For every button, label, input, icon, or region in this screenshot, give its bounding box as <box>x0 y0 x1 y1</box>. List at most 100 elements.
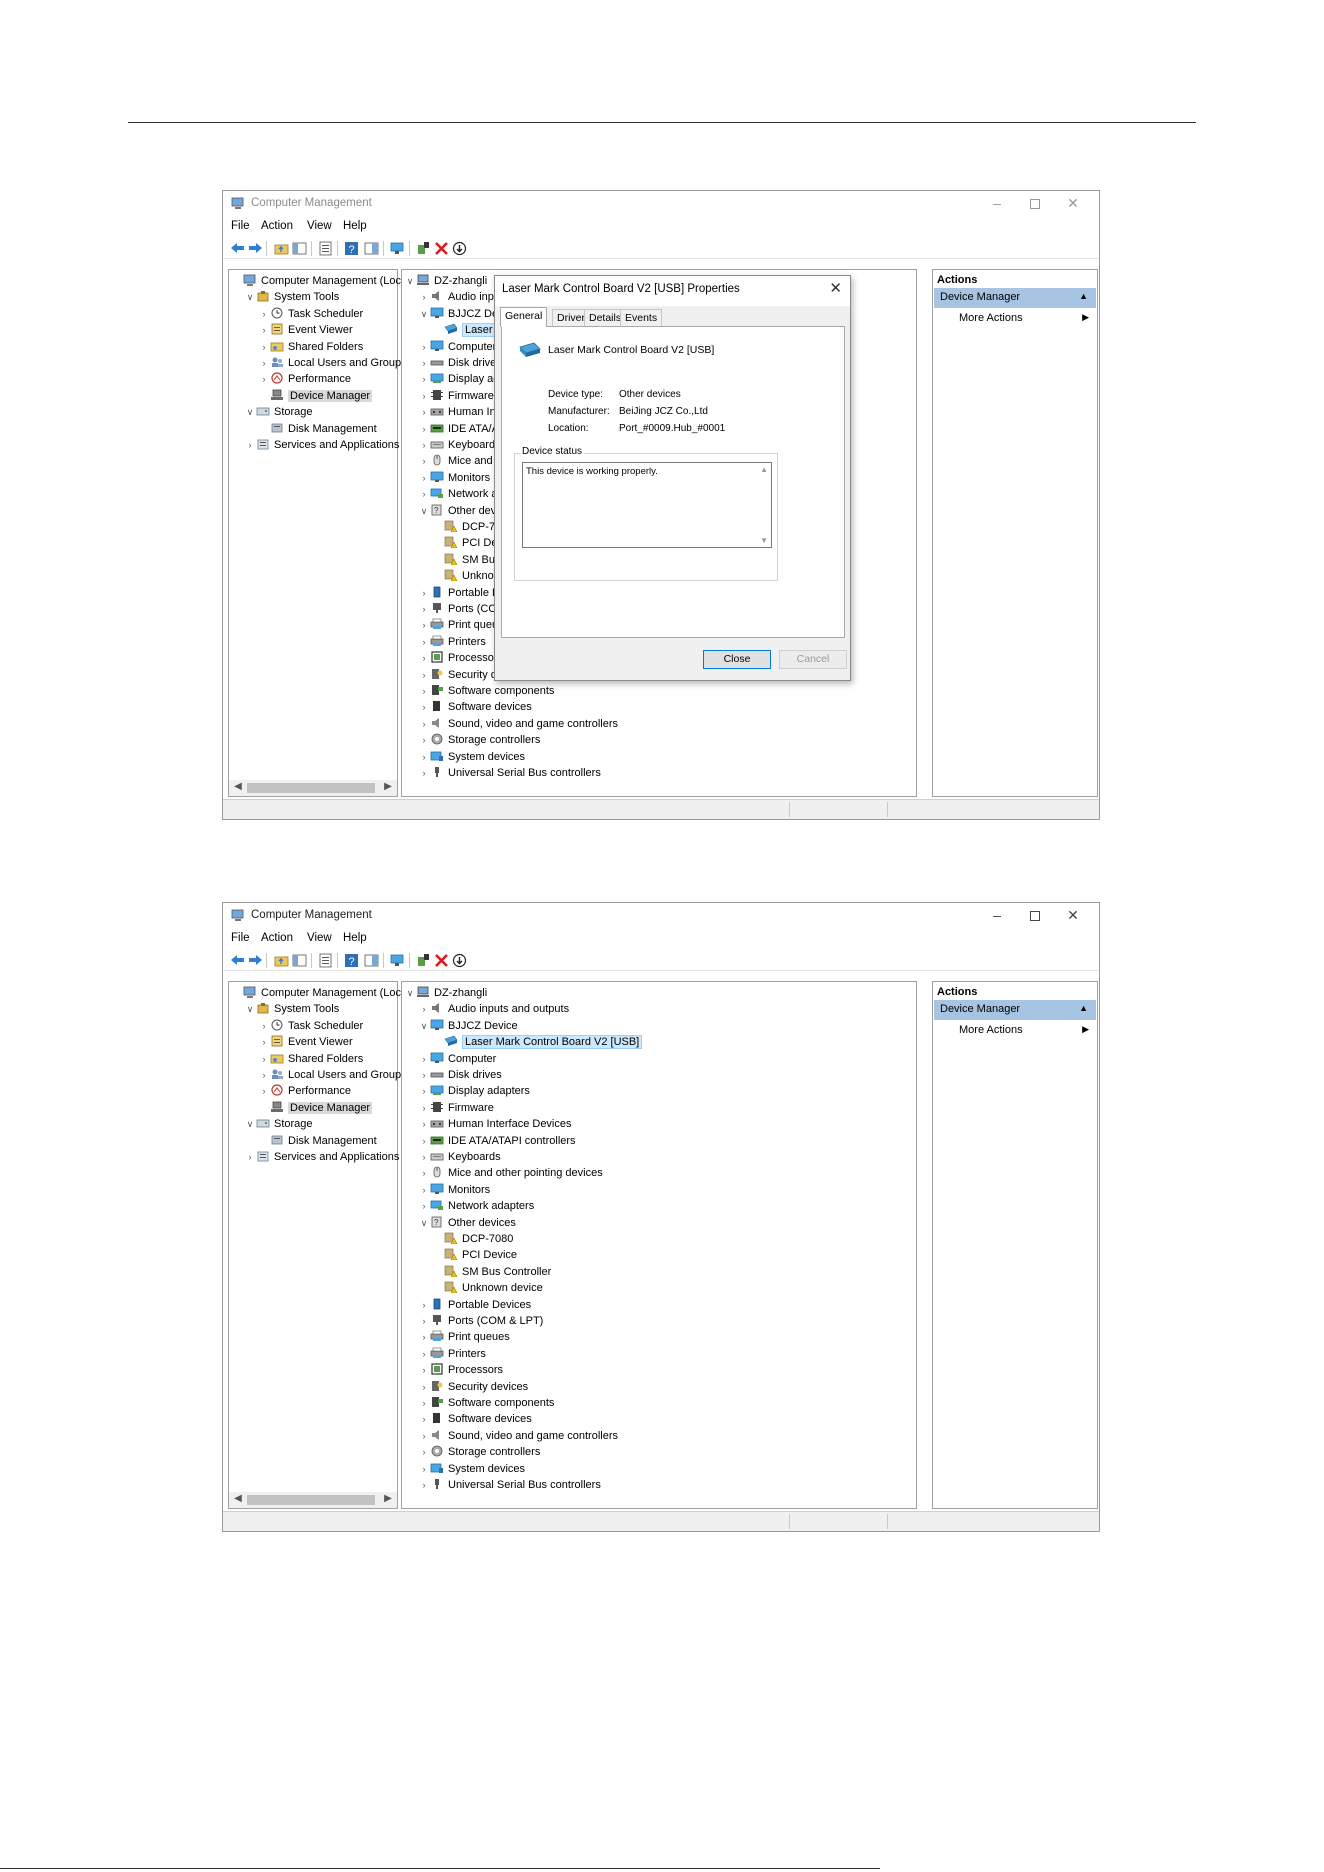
console-tree-item[interactable]: › Shared Folders <box>258 1051 364 1067</box>
chevron-right-icon[interactable]: › <box>258 1034 270 1050</box>
device-tree-item[interactable]: › Keyboards <box>418 1149 501 1165</box>
chevron-right-icon[interactable]: › <box>418 1067 430 1083</box>
scroll-right-icon[interactable]: ▶ <box>381 781 395 792</box>
device-tree-item[interactable]: › Processors <box>418 1362 503 1378</box>
chevron-right-icon[interactable]: › <box>418 634 430 650</box>
chevron-right-icon[interactable]: › <box>418 765 430 781</box>
menu-help[interactable]: Help <box>343 220 367 232</box>
actions-section-device-manager[interactable]: Device Manager ▲ <box>934 1000 1096 1020</box>
chevron-right-icon[interactable]: › <box>418 1461 430 1477</box>
device-tree-item[interactable]: ∨ BJJCZ Device <box>418 1018 518 1034</box>
chevron-right-icon[interactable]: › <box>418 1198 430 1214</box>
chevron-right-icon[interactable]: › <box>258 1018 270 1034</box>
console-tree-item[interactable]: ∨ Storage <box>244 404 313 420</box>
minimize-button[interactable]: – <box>977 906 1017 924</box>
chevron-right-icon[interactable]: › <box>258 322 270 338</box>
device-tree-item[interactable]: ∨? Other devices <box>418 1215 516 1231</box>
chevron-right-icon[interactable]: › <box>418 421 430 437</box>
help-button[interactable]: ? <box>343 952 359 968</box>
maximize-button[interactable] <box>1015 906 1055 924</box>
chevron-right-icon[interactable]: › <box>418 667 430 683</box>
maximize-button[interactable] <box>1015 194 1055 212</box>
device-tree-item[interactable]: › Storage controllers <box>418 1444 540 1460</box>
menu-file[interactable]: File <box>231 932 250 944</box>
view-pane-button[interactable] <box>363 952 379 968</box>
update-driver-button[interactable] <box>415 952 431 968</box>
download-button[interactable] <box>451 240 467 256</box>
back-button[interactable] <box>229 952 245 968</box>
chevron-right-icon[interactable]: › <box>258 371 270 387</box>
device-tree-item[interactable]: › Printers <box>418 634 486 650</box>
chevron-right-icon[interactable]: › <box>418 388 430 404</box>
chevron-right-icon[interactable]: › <box>418 683 430 699</box>
console-tree-item[interactable]: Disk Management <box>258 421 377 437</box>
device-tree-item[interactable]: › Keyboards <box>418 437 501 453</box>
chevron-right-icon[interactable]: › <box>418 617 430 633</box>
device-tree-item[interactable]: › System devices <box>418 1461 526 1477</box>
scan-hardware-button[interactable] <box>389 952 405 968</box>
chevron-right-icon[interactable]: › <box>418 1297 430 1313</box>
scroll-left-icon[interactable]: ◀ <box>231 781 245 792</box>
device-status-textbox[interactable]: This device is working properly. ▲ ▼ <box>522 462 772 548</box>
console-tree-item[interactable]: Computer Management (Local <box>231 273 410 289</box>
menu-help[interactable]: Help <box>343 932 367 944</box>
device-tree-item[interactable]: ∨ DZ-zhangli <box>404 985 487 1001</box>
chevron-down-icon[interactable]: ∨ <box>418 503 430 519</box>
chevron-right-icon[interactable]: › <box>418 1444 430 1460</box>
device-tree-item[interactable]: › Monitors <box>418 470 490 486</box>
console-tree-item[interactable]: › Task Scheduler <box>258 306 363 322</box>
up-folder-button[interactable] <box>273 240 289 256</box>
console-tree-item[interactable]: › Task Scheduler <box>258 1018 363 1034</box>
device-tree-item[interactable]: › Mice and other pointing devices <box>418 1165 603 1181</box>
chevron-right-icon[interactable]: › <box>418 1100 430 1116</box>
chevron-right-icon[interactable]: › <box>418 650 430 666</box>
device-tree-item[interactable]: › Display adapters <box>418 1083 530 1099</box>
device-tree-item[interactable]: › IDE ATA/ATAPI controllers <box>418 1133 576 1149</box>
chevron-right-icon[interactable]: › <box>418 1116 430 1132</box>
chevron-right-icon[interactable]: › <box>418 289 430 305</box>
scroll-up-icon[interactable]: ▲ <box>760 465 768 474</box>
device-tree-item[interactable]: › Printers <box>418 1346 486 1362</box>
close-button[interactable]: Close <box>703 650 771 669</box>
console-tree-item[interactable]: › Local Users and Groups <box>258 355 407 371</box>
scroll-left-icon[interactable]: ◀ <box>231 1493 245 1504</box>
device-tree-item[interactable]: PCI Device <box>432 1247 517 1263</box>
download-button[interactable] <box>451 952 467 968</box>
console-tree-item[interactable]: › Services and Applications <box>244 1149 400 1165</box>
device-tree-item[interactable]: › Computer <box>418 1051 496 1067</box>
chevron-right-icon[interactable]: › <box>418 1346 430 1362</box>
chevron-right-icon[interactable]: › <box>418 1133 430 1149</box>
device-tree-item[interactable]: › System devices <box>418 749 526 765</box>
close-window-button[interactable]: ✕ <box>1053 194 1093 212</box>
console-tree-item[interactable]: ∨ Storage <box>244 1116 313 1132</box>
device-tree-item[interactable]: › Firmware <box>418 1100 494 1116</box>
console-tree-item[interactable]: Device Manager <box>258 1100 373 1116</box>
chevron-right-icon[interactable]: › <box>418 1428 430 1444</box>
device-tree-item[interactable]: › Firmware <box>418 388 494 404</box>
chevron-right-icon[interactable]: › <box>418 453 430 469</box>
console-tree-item[interactable]: › Services and Applications <box>244 437 400 453</box>
chevron-right-icon[interactable]: › <box>418 371 430 387</box>
chevron-right-icon[interactable]: › <box>418 1395 430 1411</box>
chevron-right-icon[interactable]: › <box>418 355 430 371</box>
device-tree-item[interactable]: › Software components <box>418 1395 554 1411</box>
chevron-down-icon[interactable]: ∨ <box>404 985 416 1001</box>
scroll-thumb[interactable] <box>247 783 375 793</box>
chevron-right-icon[interactable]: › <box>418 486 430 502</box>
collapse-up-icon[interactable]: ▲ <box>1079 1003 1088 1013</box>
chevron-right-icon[interactable]: › <box>418 1182 430 1198</box>
chevron-down-icon[interactable]: ∨ <box>244 1001 256 1017</box>
chevron-down-icon[interactable]: ∨ <box>418 1215 430 1231</box>
chevron-right-icon[interactable]: › <box>258 355 270 371</box>
chevron-right-icon[interactable]: › <box>418 1362 430 1378</box>
chevron-right-icon[interactable]: › <box>418 585 430 601</box>
back-button[interactable] <box>229 240 245 256</box>
properties-button[interactable] <box>317 240 333 256</box>
device-tree-item[interactable]: › Sound, video and game controllers <box>418 716 618 732</box>
cancel-button[interactable]: Cancel <box>779 650 847 669</box>
chevron-right-icon[interactable]: › <box>418 1329 430 1345</box>
chevron-right-icon[interactable]: › <box>418 404 430 420</box>
device-tree-item[interactable]: › Software components <box>418 683 554 699</box>
up-folder-button[interactable] <box>273 952 289 968</box>
more-actions-link[interactable]: More Actions <box>959 312 1023 324</box>
